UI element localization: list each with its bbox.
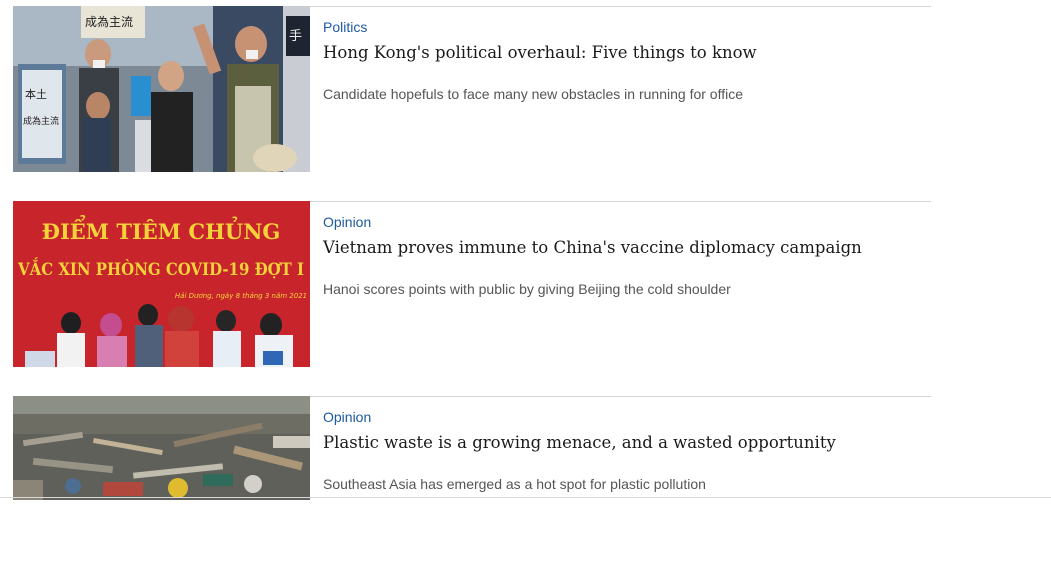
article-headline[interactable]: Vietnam proves immune to China's vaccine… (323, 238, 862, 257)
sign-text: 成為主流 (23, 115, 59, 127)
article-summary: Candidate hopefuls to face many new obst… (323, 86, 743, 102)
protest-photo-icon: 成為主流 本土 成為主流 手 (13, 6, 310, 172)
article-headline[interactable]: Plastic waste is a growing menace, and a… (323, 433, 836, 452)
vaccination-event-photo-icon: ĐIỂM TIÊM CHỦNG VẮC XIN PHÒNG COVID-19 Đ… (13, 201, 310, 367)
sign-text: 成為主流 (85, 15, 133, 29)
article-divider (310, 6, 931, 7)
article-headline[interactable]: Hong Kong's political overhaul: Five thi… (323, 43, 757, 62)
article-summary: Southeast Asia has emerged as a hot spot… (323, 476, 706, 492)
banner-text: Hải Dương, ngày 8 tháng 3 năm 2021 (175, 292, 307, 300)
page-bottom-divider (0, 497, 1051, 498)
sign-text: 本土 (25, 87, 47, 101)
sign-text: 手 (289, 29, 302, 44)
article-summary: Hanoi scores points with public by givin… (323, 281, 731, 297)
article-divider (310, 396, 931, 397)
banner-text: ĐIỂM TIÊM CHỦNG (42, 215, 281, 244)
banner-text: VẮC XIN PHÒNG COVID-19 ĐỢT I (17, 257, 304, 280)
article-card: Opinion Plastic waste is a growing menac… (13, 396, 931, 568)
section-link[interactable]: Opinion (323, 214, 371, 230)
section-link[interactable]: Politics (323, 19, 367, 35)
article-divider (310, 201, 931, 202)
article-thumbnail[interactable] (13, 396, 310, 500)
section-link[interactable]: Opinion (323, 409, 371, 425)
article-card: ĐIỂM TIÊM CHỦNG VẮC XIN PHÒNG COVID-19 Đ… (13, 201, 931, 373)
article-thumbnail[interactable]: 成為主流 本土 成為主流 手 (13, 6, 310, 172)
plastic-waste-photo-icon (13, 396, 310, 500)
article-thumbnail[interactable]: ĐIỂM TIÊM CHỦNG VẮC XIN PHÒNG COVID-19 Đ… (13, 201, 310, 367)
article-card: 成為主流 本土 成為主流 手 Politics Hong Kong's poli… (13, 6, 931, 178)
